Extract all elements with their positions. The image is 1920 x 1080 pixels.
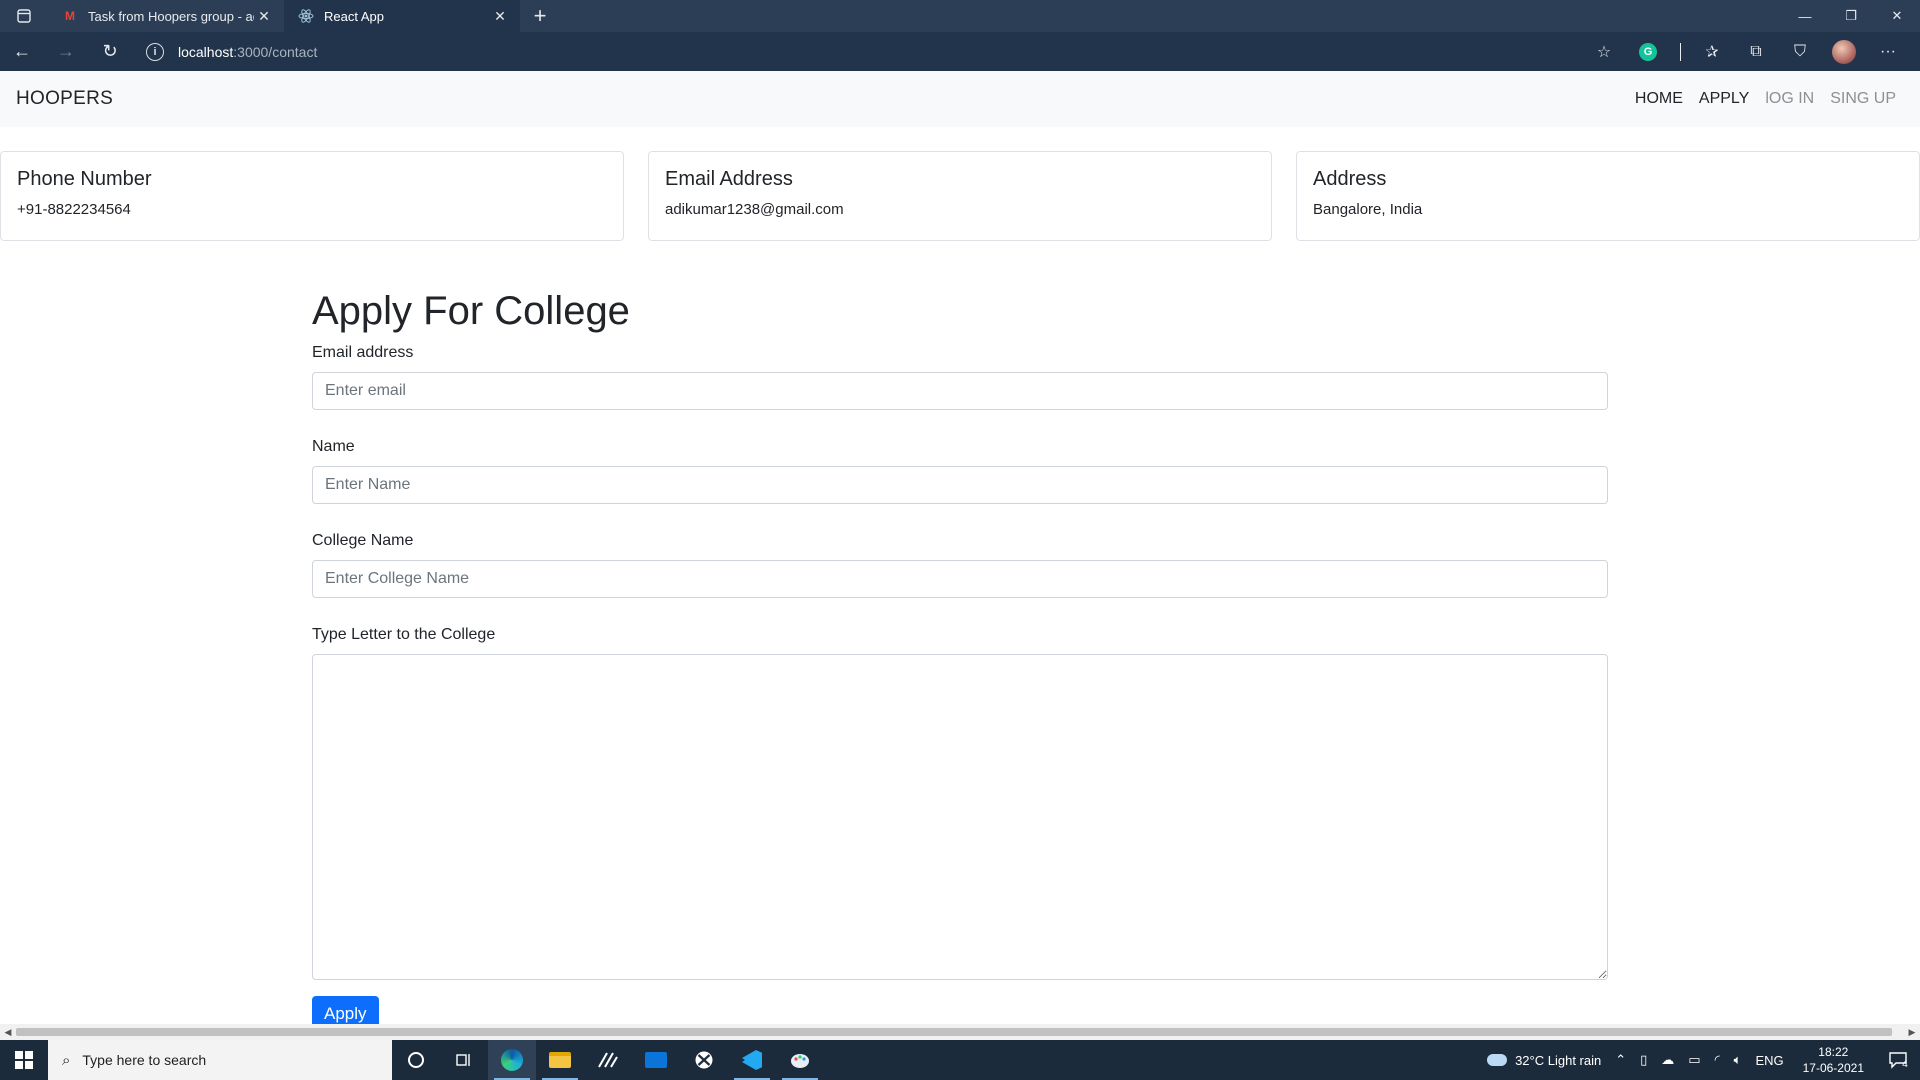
volume-icon[interactable]: 🔈︎ (1727, 1052, 1749, 1068)
cloud-rain-icon (1487, 1054, 1508, 1066)
file-explorer-icon[interactable] (536, 1040, 584, 1080)
card-value: Bangalore, India (1313, 201, 1423, 218)
close-icon[interactable]: ✕ (490, 8, 510, 25)
onedrive-icon[interactable]: ☁ (1654, 1052, 1681, 1068)
minimize-icon[interactable]: — (1782, 0, 1828, 32)
site-navbar: HOOPERS HOME APPLY lOG IN SING UP (0, 71, 1920, 127)
xbox-icon[interactable] (680, 1040, 728, 1080)
vscode-icon[interactable] (728, 1040, 776, 1080)
letter-textarea[interactable] (312, 654, 1608, 980)
profile-avatar[interactable] (1822, 32, 1866, 71)
windows-taskbar: ⌕ Type here to search 32°C Light rain ⌃ … (0, 1040, 1920, 1080)
react-icon (298, 8, 314, 24)
restore-icon[interactable]: ❐ (1828, 0, 1874, 32)
card-title: Address (1313, 168, 1387, 190)
start-button[interactable] (0, 1040, 48, 1080)
search-icon: ⌕ (62, 1051, 71, 1069)
page-title: Apply For College (312, 289, 630, 333)
clock[interactable]: 18:22 17-06-2021 (1791, 1044, 1876, 1076)
chevron-up-icon[interactable]: ⌃ (1608, 1052, 1633, 1068)
scrollbar-thumb[interactable] (16, 1028, 1892, 1036)
name-field[interactable] (312, 466, 1608, 504)
weather-text: 32°C Light rain (1515, 1052, 1602, 1068)
nav-link-apply[interactable]: APPLY (1691, 90, 1757, 108)
search-placeholder: Type here to search (82, 1052, 207, 1068)
letter-group: Type Letter to the College (312, 626, 1608, 980)
card-title: Email Address (665, 168, 793, 190)
brand-logo[interactable]: HOOPERS (16, 88, 113, 110)
favorites-icon[interactable]: ✰ (1690, 32, 1734, 71)
url-host: localhost (178, 43, 234, 60)
email-field[interactable] (312, 372, 1608, 410)
taskbar-search[interactable]: ⌕ Type here to search (48, 1040, 392, 1080)
browser-toolbar: ☆ G ✰ ⧉ ⛉ ··· (1582, 32, 1910, 71)
address-card: Address Bangalore, India (1296, 151, 1920, 241)
name-label: Name (312, 438, 355, 455)
college-label: College Name (312, 532, 414, 549)
browser-address-bar: ← → ↻ i localhost:3000/contact ☆ G ✰ ⧉ ⛉… (0, 32, 1920, 71)
browser-tab-bar: M Task from Hoopers group - adik ✕ React… (0, 0, 1920, 32)
mail-icon[interactable] (632, 1040, 680, 1080)
url-path: :3000/contact (233, 43, 318, 60)
scroll-right-icon[interactable]: ▶ (1904, 1024, 1920, 1040)
wifi-icon[interactable]: ◜ (1708, 1052, 1727, 1068)
window-controls: — ❐ ✕ (1782, 0, 1920, 32)
windows-logo-icon (15, 1051, 33, 1069)
contact-cards: Phone Number +91-8822234564 Email Addres… (0, 151, 1920, 241)
nav-link-signup[interactable]: SING UP (1822, 90, 1904, 108)
card-title: Phone Number (17, 168, 152, 190)
clock-date: 17-06-2021 (1802, 1061, 1864, 1075)
email-label: Email address (312, 344, 414, 361)
new-tab-icon[interactable]: + (520, 0, 560, 32)
collections-icon[interactable]: ⧉ (1734, 32, 1778, 71)
college-group: College Name (312, 532, 1608, 598)
grammarly-extension-icon[interactable]: G (1626, 32, 1670, 71)
add-favorite-icon[interactable]: ☆ (1582, 32, 1626, 71)
browser-tab-react-app[interactable]: React App ✕ (284, 0, 520, 32)
name-group: Name (312, 438, 1608, 504)
cortana-icon[interactable] (392, 1040, 440, 1080)
card-value: adikumar1238@gmail.com (665, 201, 844, 218)
close-icon[interactable]: ✕ (254, 8, 274, 25)
device-icon[interactable]: ▯ (1633, 1052, 1654, 1068)
email-group: Email address (312, 344, 1608, 410)
tab-title: React App (324, 8, 384, 24)
tab-title: Task from Hoopers group - adik (88, 8, 254, 24)
college-name-field[interactable] (312, 560, 1608, 598)
browser-essentials-icon[interactable]: ⛉ (1778, 32, 1822, 71)
battery-icon[interactable]: ▭ (1681, 1052, 1707, 1068)
more-options-icon[interactable]: ··· (1866, 32, 1910, 71)
language-indicator[interactable]: ENG (1748, 1053, 1790, 1068)
forward-icon[interactable]: → (44, 32, 88, 71)
nav-link-login[interactable]: lOG IN (1757, 90, 1822, 108)
edge-taskbar-icon[interactable] (488, 1040, 536, 1080)
browser-tab-gmail[interactable]: M Task from Hoopers group - adik ✕ (48, 0, 284, 32)
tab-actions-icon[interactable] (0, 0, 48, 32)
back-icon[interactable]: ← (0, 32, 44, 71)
apply-form: Apply For College Email address Name Col… (312, 288, 1608, 1032)
horizontal-scrollbar[interactable]: ◀ ▶ (0, 1024, 1920, 1040)
notification-count: 4 (1902, 1058, 1908, 1070)
toolbar-separator (1670, 32, 1690, 71)
nav-link-home[interactable]: HOME (1627, 90, 1691, 108)
email-card: Email Address adikumar1238@gmail.com (648, 151, 1272, 241)
refresh-icon[interactable]: ↻ (88, 32, 132, 71)
notification-center-icon[interactable]: 4 (1876, 1040, 1920, 1080)
scroll-left-icon[interactable]: ◀ (0, 1024, 16, 1040)
pen-app-icon[interactable] (584, 1040, 632, 1080)
clock-time: 18:22 (1818, 1045, 1849, 1059)
site-info-icon[interactable]: i (146, 42, 164, 61)
url-field[interactable]: i localhost:3000/contact (146, 32, 1582, 71)
gmail-icon: M (65, 9, 75, 23)
nav-links: HOME APPLY lOG IN SING UP (1627, 90, 1904, 108)
letter-label: Type Letter to the College (312, 626, 496, 643)
system-tray: 32°C Light rain ⌃ ▯ ☁ ▭ ◜ 🔈︎ ENG 18:22 1… (1480, 1040, 1920, 1080)
task-view-icon[interactable] (440, 1040, 488, 1080)
close-window-icon[interactable]: ✕ (1874, 0, 1920, 32)
card-value: +91-8822234564 (17, 201, 131, 218)
phone-card: Phone Number +91-8822234564 (0, 151, 624, 241)
paint-app-icon[interactable] (776, 1040, 824, 1080)
weather-widget[interactable]: 32°C Light rain (1480, 1053, 1608, 1068)
